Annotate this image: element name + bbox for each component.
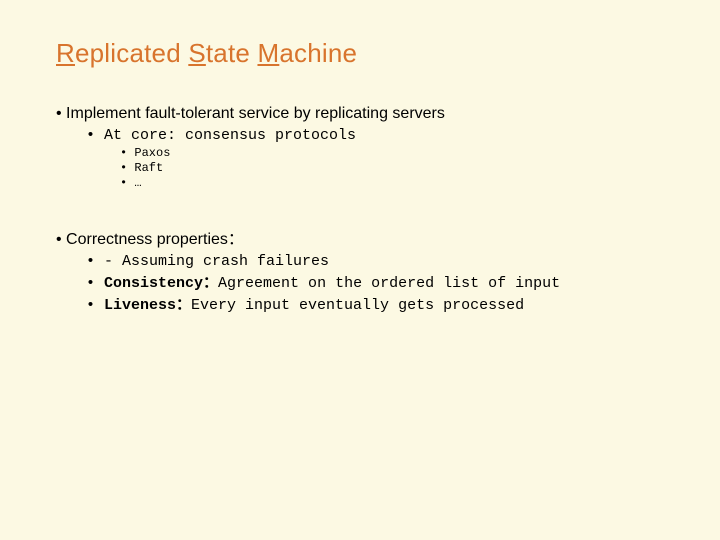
- bullet-l2-liveness-label: Liveness：: [104, 297, 191, 314]
- bullet-l2-consistency: Consistency：Agreement on the ordered lis…: [86, 271, 672, 292]
- bullet-l2-core: At core: consensus protocols: [86, 127, 672, 144]
- spacer: [56, 191, 672, 225]
- title-letter-m: M: [257, 38, 279, 68]
- bullet-l3-ellipsis-text: …: [134, 176, 141, 190]
- bullet-l1-correctness: Correctness properties：: [56, 225, 672, 249]
- title-word-2: tate: [206, 38, 250, 68]
- bullet-l2-assuming: - Assuming crash failures: [86, 253, 672, 270]
- bullet-l2-core-text: At core: consensus protocols: [104, 127, 356, 144]
- bullet-l3-ellipsis: …: [120, 176, 672, 190]
- bullet-l2-consistency-label: Consistency：: [104, 275, 218, 292]
- bullet-l3-raft-text: Raft: [134, 161, 163, 175]
- bullet-l1-correctness-text: Correctness properties：: [66, 231, 244, 248]
- title-letter-r: R: [56, 38, 75, 68]
- title-word-1: eplicated: [75, 38, 181, 68]
- slide: Replicated State Machine Implement fault…: [0, 0, 720, 540]
- title-word-3: achine: [279, 38, 357, 68]
- bullet-l1-implement: Implement fault-tolerant service by repl…: [56, 105, 672, 123]
- bullet-l2-liveness: Liveness：Every input eventually gets pro…: [86, 293, 672, 314]
- slide-body: Implement fault-tolerant service by repl…: [56, 105, 672, 314]
- bullet-l3-paxos-text: Paxos: [134, 146, 170, 160]
- slide-title: Replicated State Machine: [56, 38, 672, 69]
- bullet-l3-paxos: Paxos: [120, 146, 672, 160]
- bullet-l1-implement-text: Implement fault-tolerant service by repl…: [66, 105, 445, 122]
- bullet-l2-liveness-text: Every input eventually gets processed: [191, 297, 524, 314]
- title-letter-s: S: [188, 38, 206, 68]
- bullet-l2-assuming-text: - Assuming crash failures: [104, 253, 329, 270]
- bullet-l2-consistency-text: Agreement on the ordered list of input: [218, 275, 560, 292]
- bullet-l3-raft: Raft: [120, 161, 672, 175]
